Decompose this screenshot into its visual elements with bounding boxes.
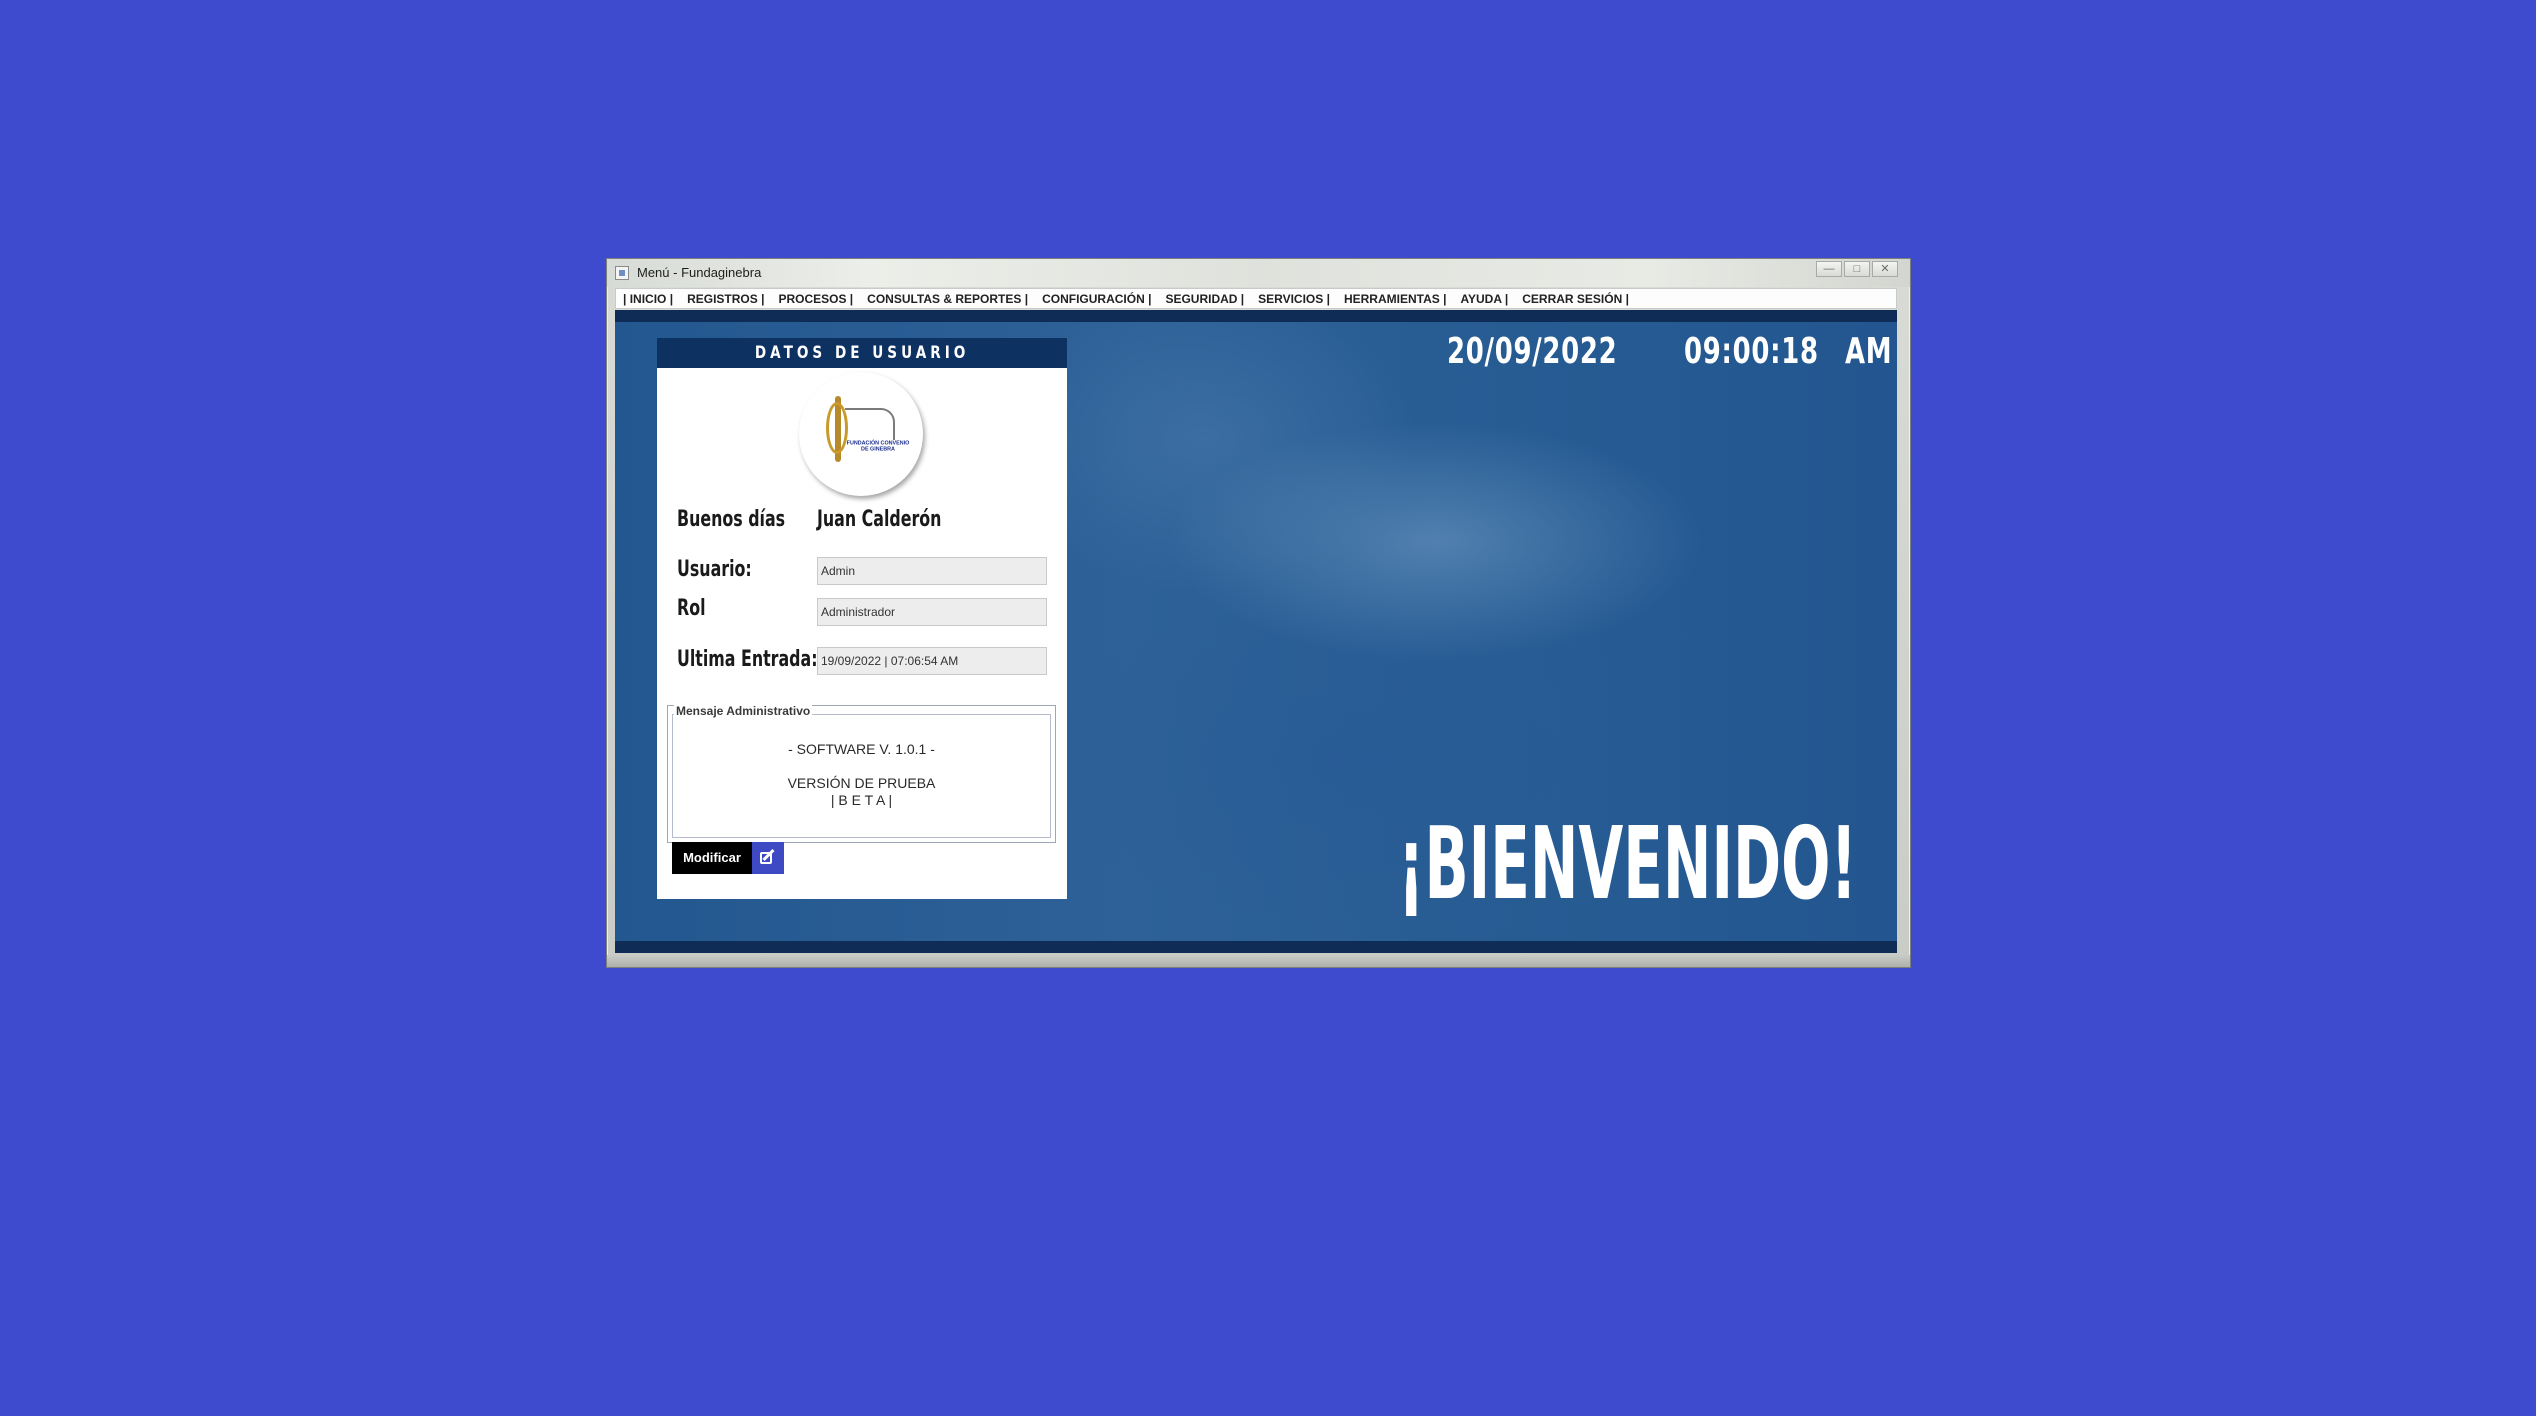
menu-bar: | INICIO | REGISTROS | PROCESOS | CONSUL… [615,288,1897,309]
menu-servicios[interactable]: SERVICIOS | [1251,292,1337,306]
app-icon [615,266,629,280]
menu-procesos[interactable]: PROCESOS | [771,292,860,306]
window-bottom-border [607,955,1910,967]
title-bar[interactable]: Menú - Fundaginebra — □ ✕ [607,259,1910,287]
menu-configuracion[interactable]: CONFIGURACIÓN | [1035,292,1158,306]
logo-text: FUNDACIÓN CONVENIO DE GINEBRA [846,440,910,453]
maximize-button[interactable]: □ [1844,261,1870,277]
menu-consultas-reportes[interactable]: CONSULTAS & REPORTES | [860,292,1035,306]
user-name: Juan Calderón [817,507,942,532]
window-title: Menú - Fundaginebra [637,265,762,280]
window-controls: — □ ✕ [1814,261,1898,277]
rol-label: Rol [677,596,706,621]
menu-herramientas[interactable]: HERRAMIENTAS | [1337,292,1453,306]
message-line-version: - SOFTWARE V. 1.0.1 - [788,741,935,757]
message-line-test: VERSIÓN DE PRUEBA [787,775,936,791]
current-ampm: AM [1845,331,1893,372]
admin-message-box: - SOFTWARE V. 1.0.1 - VERSIÓN DE PRUEBA … [667,704,1056,843]
minimize-button[interactable]: — [1816,261,1842,277]
rol-field[interactable]: Administrador [817,598,1047,626]
foundation-logo: FUNDACIÓN CONVENIO DE GINEBRA [799,372,923,496]
menu-inicio[interactable]: | INICIO | [616,292,680,306]
main-window: Menú - Fundaginebra — □ ✕ | INICIO | REG… [606,258,1911,968]
usuario-label: Usuario: [677,557,752,582]
edit-icon[interactable] [752,842,784,874]
modify-button-label[interactable]: Modificar [672,842,752,874]
usuario-field[interactable]: Admin [817,557,1047,585]
admin-message-legend: Mensaje Administrativo [674,704,813,718]
panel-header-title: DATOS DE USUARIO [754,343,970,363]
logo-wing-shape [845,408,895,440]
menu-registros[interactable]: REGISTROS | [680,292,771,306]
menu-seguridad[interactable]: SEGURIDAD | [1158,292,1251,306]
menu-ayuda[interactable]: AYUDA | [1453,292,1515,306]
content-bottom-strip [615,941,1897,953]
last-login-label: Ultima Entrada: [677,647,818,672]
message-line-beta: | B E T A | [830,792,893,808]
content-top-strip [615,310,1897,322]
main-content: 20/09/2022 09:00:18 AM ¡BIENVENIDO! DATO… [615,310,1897,953]
welcome-heading: ¡BIENVENIDO! [1398,805,1857,922]
admin-message-area[interactable]: - SOFTWARE V. 1.0.1 - VERSIÓN DE PRUEBA … [672,714,1051,838]
close-button[interactable]: ✕ [1872,261,1898,277]
user-data-panel: DATOS DE USUARIO FUNDACIÓN CONVENIO DE G… [657,338,1067,899]
current-time: 09:00:18 [1684,331,1819,372]
last-login-field[interactable]: 19/09/2022 | 07:06:54 AM [817,647,1047,675]
current-date: 20/09/2022 [1447,331,1618,372]
menu-cerrar-sesion[interactable]: CERRAR SESIÓN | [1515,292,1636,306]
greeting-label: Buenos días [677,507,786,532]
modify-button[interactable]: Modificar [672,842,784,874]
panel-header: DATOS DE USUARIO [657,338,1067,368]
